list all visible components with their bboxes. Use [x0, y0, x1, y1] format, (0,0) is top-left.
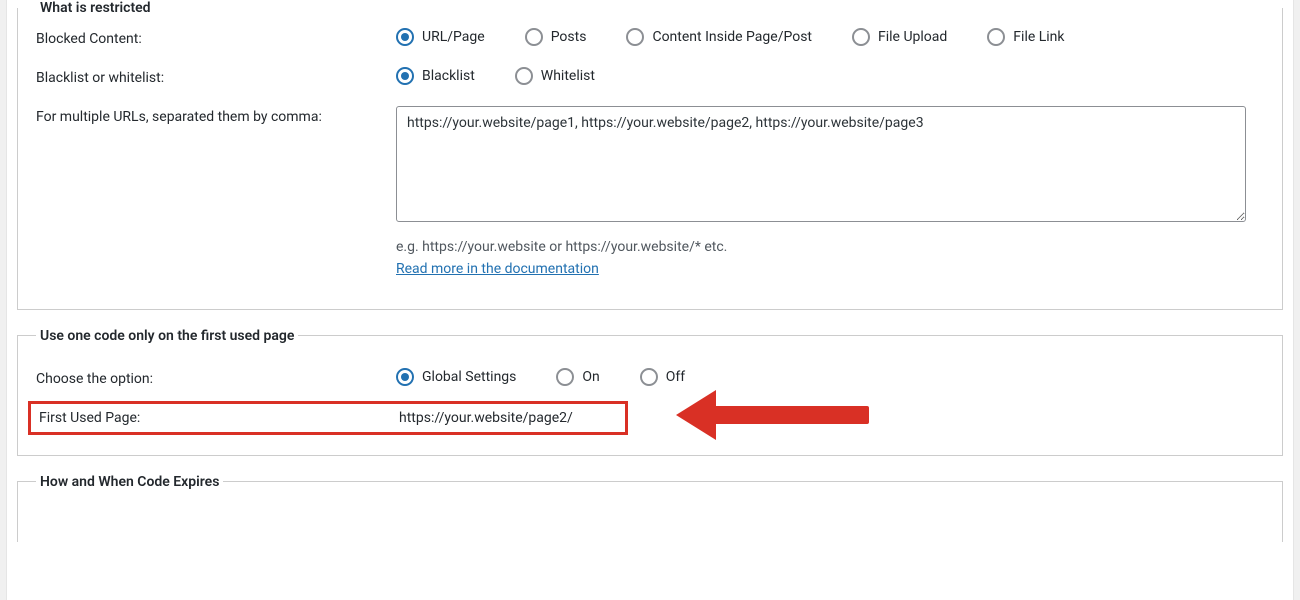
arrow-shaft-icon: [714, 406, 869, 424]
radio-content-inside[interactable]: Content Inside Page/Post: [626, 28, 812, 46]
legend-first-used-page: Use one code only on the first used page: [36, 328, 298, 344]
radio-group-first-used-option: Global Settings On Off: [396, 368, 1264, 386]
row-first-used-page-wrapper: First Used Page: https://your.website/pa…: [36, 395, 1264, 435]
legend-code-expires: How and When Code Expires: [36, 474, 223, 490]
highlight-first-used-page: First Used Page: https://your.website/pa…: [28, 401, 628, 435]
link-read-documentation[interactable]: Read more in the documentation: [396, 261, 599, 277]
radio-icon: [556, 368, 574, 386]
radio-group-blocked-content: URL/Page Posts Content Inside Page/Post: [396, 28, 1264, 46]
label-multiple-urls: For multiple URLs, separated them by com…: [36, 106, 396, 125]
radio-file-upload[interactable]: File Upload: [852, 28, 947, 46]
label-blocked-content: Blocked Content:: [36, 28, 396, 47]
radio-label: Content Inside Page/Post: [652, 29, 812, 45]
label-blacklist-whitelist: Blacklist or whitelist:: [36, 67, 396, 86]
radio-label: File Upload: [878, 29, 947, 45]
section-what-is-restricted: What is restricted Blocked Content: URL/…: [17, 0, 1283, 310]
radio-blacklist[interactable]: Blacklist: [396, 67, 475, 85]
radio-label: Whitelist: [541, 68, 595, 84]
radio-icon: [626, 28, 644, 46]
radio-off[interactable]: Off: [640, 368, 685, 386]
radio-on[interactable]: On: [556, 368, 599, 386]
hint-multiple-urls: e.g. https://your.website or https://you…: [396, 236, 1264, 281]
radio-group-blacklist-whitelist: Blacklist Whitelist: [396, 67, 1264, 85]
radio-label: Off: [666, 369, 685, 385]
radio-label: On: [582, 369, 599, 385]
row-blacklist-whitelist: Blacklist or whitelist: Blacklist Whitel…: [36, 55, 1264, 94]
radio-icon: [987, 28, 1005, 46]
annotation-arrow: [676, 390, 876, 440]
radio-global-settings[interactable]: Global Settings: [396, 368, 516, 386]
radio-label: URL/Page: [422, 29, 485, 45]
section-first-used-page: Use one code only on the first used page…: [17, 328, 1283, 456]
row-blocked-content: Blocked Content: URL/Page Posts: [36, 16, 1264, 55]
radio-label: Posts: [551, 29, 587, 45]
radio-icon: [396, 368, 414, 386]
value-first-used-page: https://your.website/page2/: [399, 410, 573, 426]
row-choose-option: Choose the option: Global Settings On: [36, 356, 1264, 395]
radio-url-page[interactable]: URL/Page: [396, 28, 485, 46]
textarea-multiple-urls[interactable]: [396, 106, 1246, 222]
radio-file-link[interactable]: File Link: [987, 28, 1064, 46]
hint-eg-text: e.g. https://your.website or https://you…: [396, 239, 727, 255]
radio-icon: [396, 28, 414, 46]
section-code-expires: How and When Code Expires: [17, 474, 1283, 542]
radio-whitelist[interactable]: Whitelist: [515, 67, 595, 85]
radio-icon: [852, 28, 870, 46]
radio-label: Blacklist: [422, 68, 475, 84]
radio-label: File Link: [1013, 29, 1064, 45]
radio-icon: [515, 67, 533, 85]
label-first-used-page: First Used Page:: [39, 410, 399, 426]
arrow-head-icon: [676, 390, 716, 440]
radio-icon: [396, 67, 414, 85]
row-multiple-urls: For multiple URLs, separated them by com…: [36, 94, 1264, 289]
legend-what-is-restricted: What is restricted: [36, 0, 155, 16]
radio-label: Global Settings: [422, 369, 516, 385]
radio-icon: [525, 28, 543, 46]
label-choose-option: Choose the option:: [36, 368, 396, 387]
radio-posts[interactable]: Posts: [525, 28, 587, 46]
radio-icon: [640, 368, 658, 386]
